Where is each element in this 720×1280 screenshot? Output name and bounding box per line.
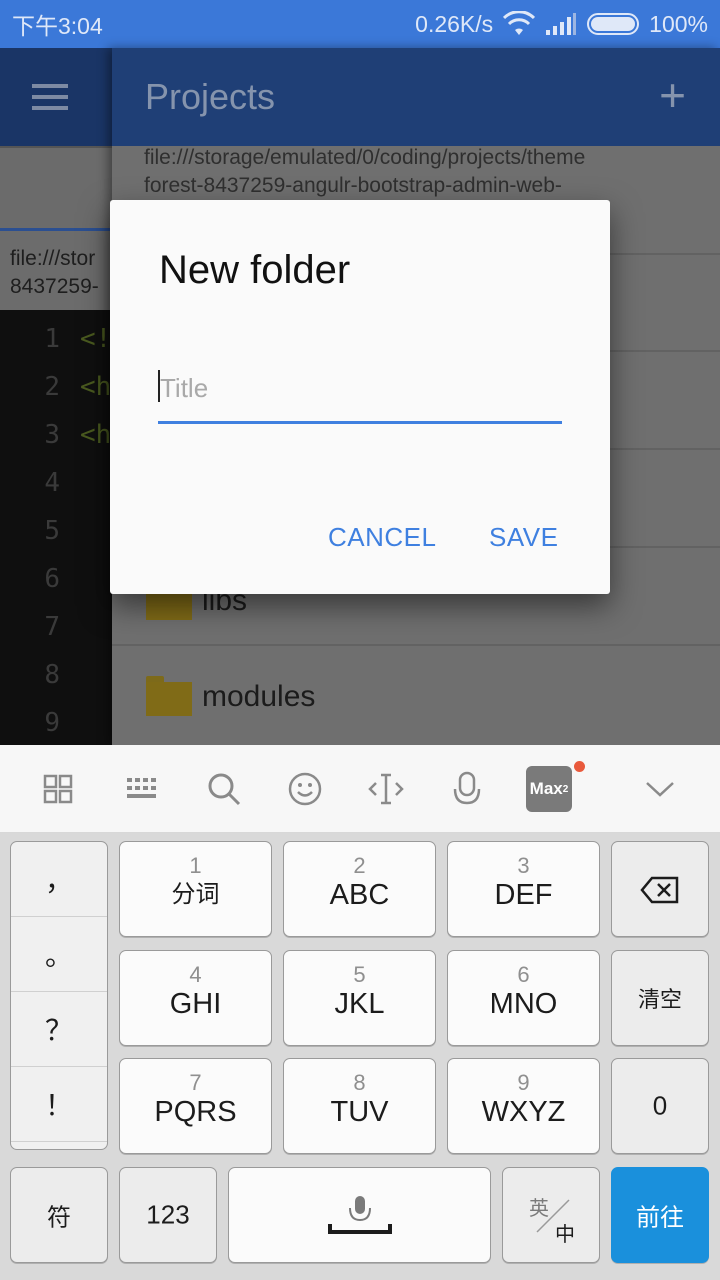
max-superscript: 2 [562,783,569,795]
key-label: TUV [330,1096,389,1128]
key-label: GHI [169,988,222,1020]
key-6[interactable]: 6 MNO [447,950,600,1046]
key-label: ABC [329,879,390,911]
punctuation-column: ， 。 ？ ！ [10,841,108,1150]
punct-key-question[interactable]: ？ [11,992,107,1067]
key-label: 123 [146,1199,190,1230]
language-switch-key[interactable]: 英 中 [502,1167,600,1263]
key-label: DEF [494,879,553,911]
key-label: WXYZ [481,1096,566,1128]
space-key[interactable] [228,1167,491,1263]
punct-key-comma[interactable]: ， [11,842,107,917]
key-8[interactable]: 8 TUV [283,1058,436,1154]
keyboard-icon[interactable] [120,767,164,811]
key-number: 6 [517,962,530,987]
microphone-icon[interactable] [445,767,489,811]
backspace-key[interactable] [611,841,709,937]
key-3[interactable]: 3 DEF [447,841,600,937]
max-label: Max [529,779,563,798]
key-label: PQRS [154,1096,237,1128]
save-button[interactable]: SAVE [489,522,558,553]
key-number: 5 [353,962,366,987]
folder-title-input[interactable] [158,368,562,424]
max-icon[interactable]: Max 2 [526,766,572,812]
key-number: 3 [517,853,530,878]
text-cursor [158,370,160,402]
search-icon[interactable] [202,767,246,811]
key-number: 8 [353,1070,366,1095]
key-5[interactable]: 5 JKL [283,950,436,1046]
key-label: 分词 [171,881,220,908]
key-4[interactable]: 4 GHI [119,950,272,1046]
key-number: 1 [189,853,202,878]
key-7[interactable]: 7 PQRS [119,1058,272,1154]
key-label: 0 [652,1090,668,1121]
key-label: 前往 [636,1204,684,1232]
emoji-icon[interactable] [283,767,327,811]
chevron-down-icon[interactable] [638,767,682,811]
key-1[interactable]: 1 分词 [119,841,272,937]
key-number: 7 [189,1070,202,1095]
key-number: 4 [189,962,202,987]
backspace-icon [640,876,679,904]
clear-key[interactable]: 清空 [611,950,709,1046]
key-2[interactable]: 2 ABC [283,841,436,937]
notification-dot [574,761,585,772]
keyboard-toolbar [0,745,720,833]
key-label: 清空 [637,987,682,1012]
key-label: MNO [489,988,558,1020]
symbol-key[interactable]: 符 [10,1167,108,1263]
key-label: JKL [334,988,385,1020]
punct-key-exclaim[interactable]: ！ [11,1067,107,1142]
cancel-button[interactable]: CANCEL [328,522,436,553]
cursor-icon[interactable] [364,767,408,811]
key-label: 符 [47,1204,71,1232]
microphone-icon [327,1196,392,1234]
key-number: 9 [517,1070,530,1095]
key-9[interactable]: 9 WXYZ [447,1058,600,1154]
key-0[interactable]: 0 [611,1058,709,1154]
new-folder-dialog: New folder CANCEL SAVE [110,200,610,594]
go-key[interactable]: 前往 [611,1167,709,1263]
key-number: 2 [353,853,366,878]
grid-icon[interactable] [36,767,80,811]
punct-key-period[interactable]: 。 [11,917,107,992]
numeric-key[interactable]: 123 [119,1167,217,1263]
lang-label-chinese: 中 [555,1224,575,1246]
dialog-title: New folder [159,248,351,292]
